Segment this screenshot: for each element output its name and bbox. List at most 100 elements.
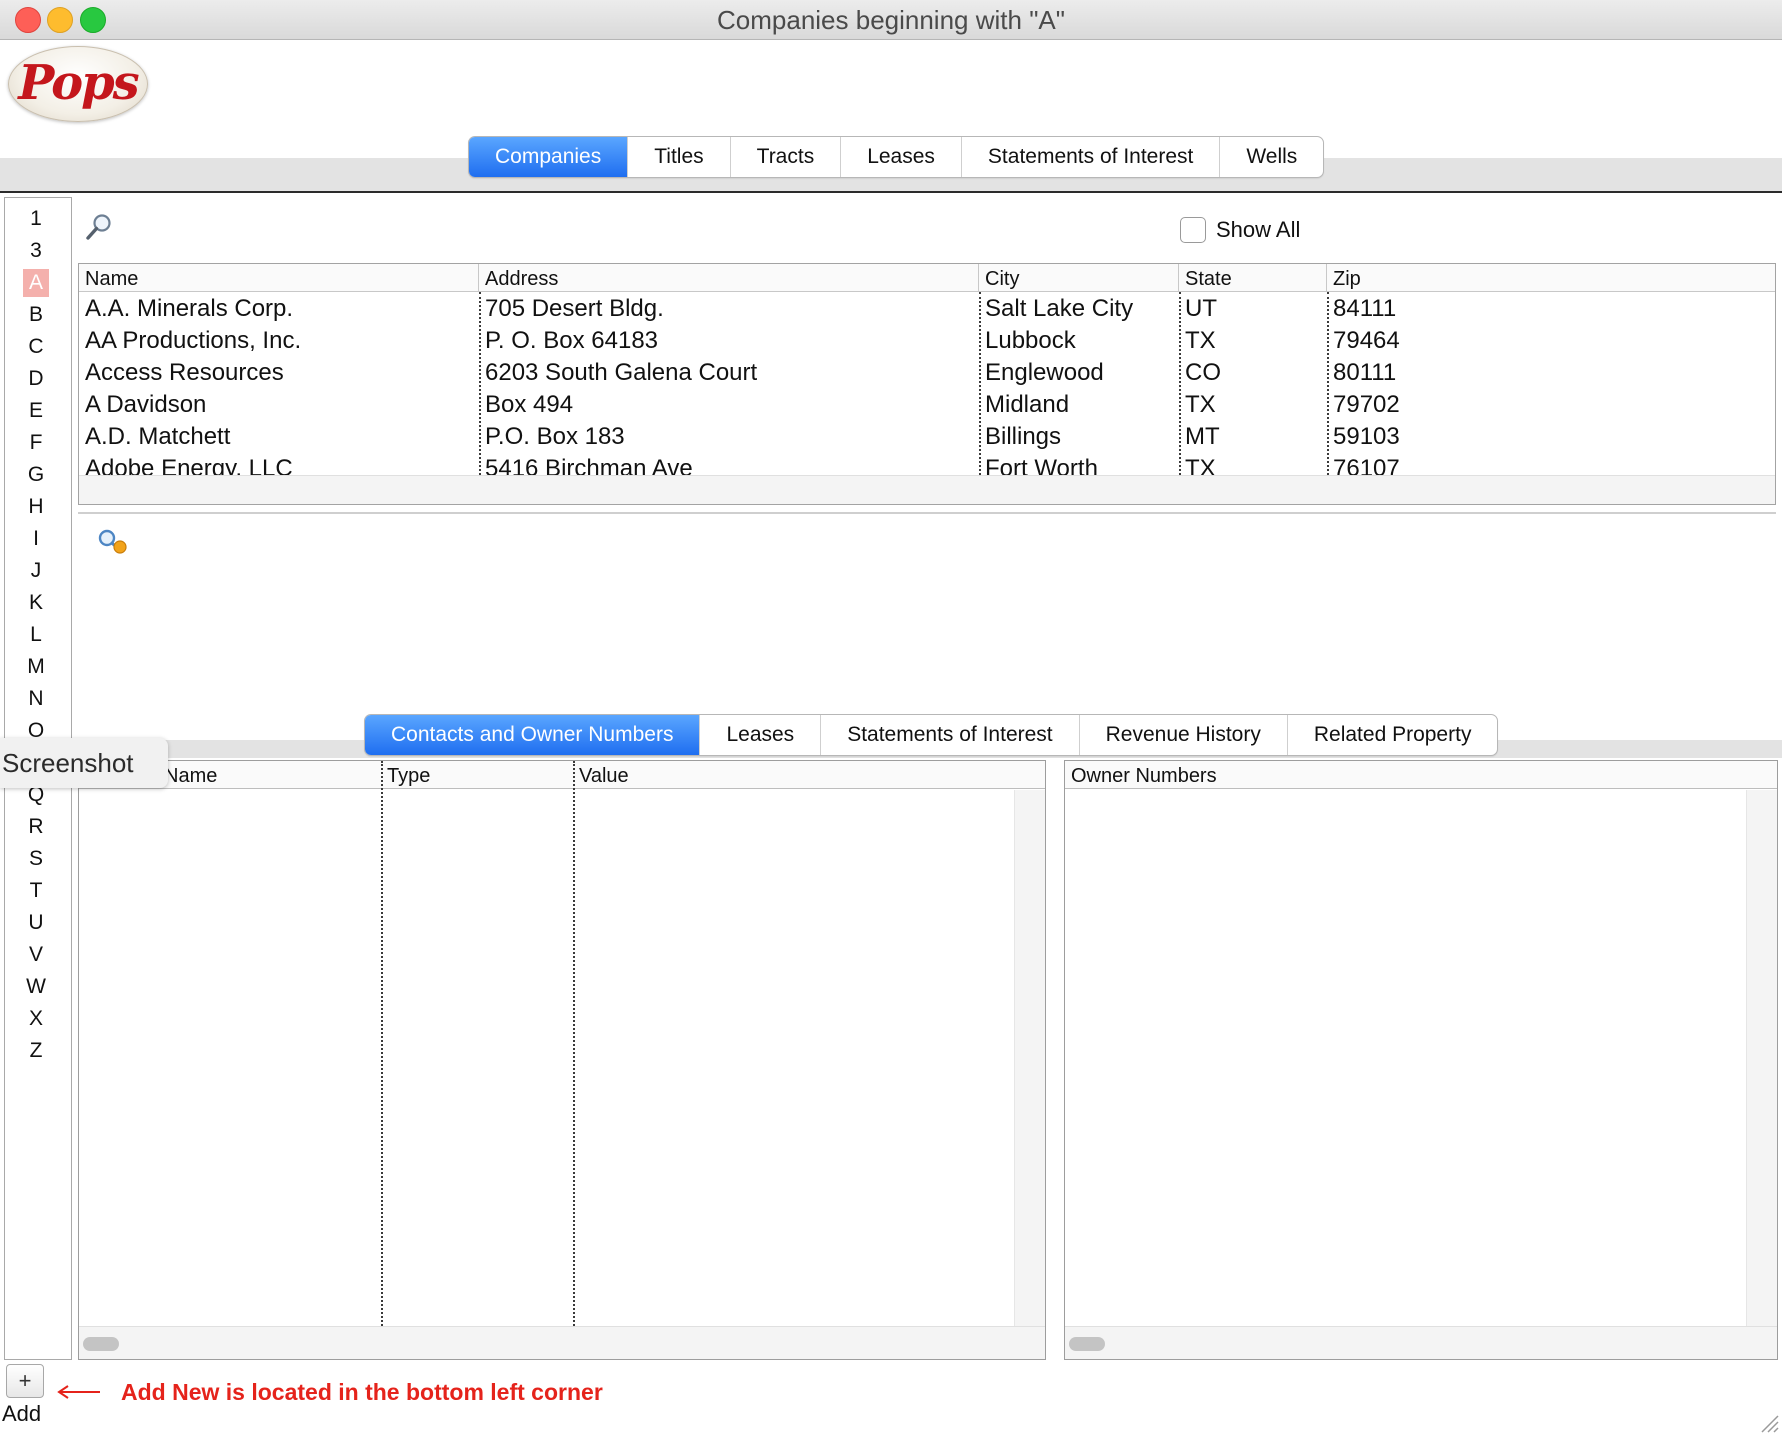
cell-address: 6203 South Galena Court <box>485 359 758 386</box>
pops-logo-text: Pops <box>18 55 139 111</box>
letter-index-v[interactable]: V <box>23 941 49 969</box>
cell-address: 705 Desert Bldg. <box>485 295 664 322</box>
cell-name: A Davidson <box>85 391 207 418</box>
contacts-header-type[interactable]: Type <box>381 761 573 789</box>
letter-index-e[interactable]: E <box>23 397 49 425</box>
contacts-scroll-thumb[interactable] <box>83 1337 119 1351</box>
tab-revenue-history[interactable]: Revenue History <box>1080 715 1288 755</box>
column-divider <box>381 761 383 1329</box>
letter-index-x[interactable]: X <box>23 1005 49 1033</box>
tab-tracts[interactable]: Tracts <box>731 137 842 177</box>
cell-address: P.O. Box 183 <box>485 423 625 450</box>
owner-numbers-table: Owner Numbers <box>1064 760 1778 1360</box>
contacts-vertical-scrollbar[interactable] <box>1014 790 1045 1329</box>
add-new-button[interactable]: + <box>6 1364 44 1398</box>
contacts-table: Name Type Value <box>78 760 1046 1360</box>
letter-index-r[interactable]: R <box>23 813 49 841</box>
cell-zip: 79464 <box>1333 327 1400 354</box>
cell-name: AA Productions, Inc. <box>85 327 302 354</box>
tab-detail-leases[interactable]: Leases <box>700 715 822 755</box>
owner-numbers-vertical-scrollbar[interactable] <box>1746 790 1777 1329</box>
owner-numbers-scroll-thumb[interactable] <box>1069 1337 1105 1351</box>
letter-index-m[interactable]: M <box>23 653 49 681</box>
cell-zip: 84111 <box>1333 295 1397 322</box>
main-tab-bar: Companies Titles Tracts Leases Statement… <box>468 136 1325 178</box>
column-divider <box>979 292 981 475</box>
letter-index-t[interactable]: T <box>23 877 49 905</box>
table-row[interactable]: A.D. Matchett P.O. Box 183 Billings MT 59103 <box>79 421 1775 453</box>
letter-index-l[interactable]: L <box>23 621 49 649</box>
cell-state: UT <box>1185 295 1217 322</box>
tab-wells[interactable]: Wells <box>1220 137 1323 177</box>
cell-city: Billings <box>985 423 1062 450</box>
cell-zip: 76107 <box>1333 455 1400 475</box>
cell-city: Lubbock <box>985 327 1076 354</box>
letter-index-b[interactable]: B <box>23 301 49 329</box>
letter-index-w[interactable]: W <box>23 973 49 1001</box>
cell-zip: 80111 <box>1333 359 1397 386</box>
tab-detail-statements-of-interest[interactable]: Statements of Interest <box>821 715 1080 755</box>
letter-index-1[interactable]: 1 <box>23 205 49 233</box>
cell-name: Adobe Energy, LLC <box>85 455 293 475</box>
tab-companies[interactable]: Companies <box>469 137 629 177</box>
add-button-label: Add <box>2 1401 42 1426</box>
cell-state: MT <box>1185 423 1220 450</box>
table-row[interactable]: AA Productions, Inc. P. O. Box 64183 Lubbo… <box>79 325 1775 357</box>
table-row[interactable]: Adobe Energy, LLC 5416 Birchman Ave Fort W… <box>79 453 1775 475</box>
cell-city: Englewood <box>985 359 1104 386</box>
left-arrow-icon <box>57 1385 100 1399</box>
tab-statements-of-interest[interactable]: Statements of Interest <box>962 137 1221 177</box>
cell-address: Box 494 <box>485 391 574 418</box>
table-row[interactable]: A.A. Minerals Corp. 705 Desert Bldg. Salt … <box>79 293 1775 325</box>
magnifier-icon[interactable] <box>84 212 114 242</box>
letter-index-j[interactable]: J <box>23 557 49 585</box>
letter-index-z[interactable]: Z <box>23 1037 49 1065</box>
owner-numbers-horizontal-scrollbar[interactable] <box>1065 1326 1777 1359</box>
letter-index-k[interactable]: K <box>23 589 49 617</box>
owner-numbers-header[interactable]: Owner Numbers <box>1065 761 1777 789</box>
column-divider <box>1179 292 1181 475</box>
letter-index-d[interactable]: D <box>23 365 49 393</box>
column-divider <box>573 761 575 1329</box>
contacts-header-value[interactable]: Value <box>573 761 1045 789</box>
screenshot-floating-label[interactable]: Screenshot <box>0 738 168 788</box>
annotation-note: Add New is located in the bottom left co… <box>121 1379 603 1405</box>
cell-city: Fort Worth <box>985 455 1098 475</box>
letter-index-f[interactable]: F <box>23 429 49 457</box>
resize-grip-icon[interactable] <box>1756 1410 1780 1434</box>
companies-table-body: A.A. Minerals Corp. 705 Desert Bldg. Salt … <box>79 264 1775 475</box>
contacts-horizontal-scrollbar[interactable] <box>79 1326 1045 1359</box>
find-detail-icon[interactable] <box>94 526 128 556</box>
cell-state: CO <box>1185 359 1221 386</box>
show-all-label[interactable]: Show All <box>1216 215 1300 245</box>
cell-city: Salt Lake City <box>985 295 1134 322</box>
letter-index-g[interactable]: G <box>23 461 49 489</box>
letter-index-s[interactable]: S <box>23 845 49 873</box>
cell-city: Midland <box>985 391 1070 418</box>
cell-name: A.A. Minerals Corp. <box>85 295 294 322</box>
table-row[interactable]: Access Resources 6203 South Galena Court E… <box>79 357 1775 389</box>
cell-name: A.D. Matchett <box>85 423 231 450</box>
companies-horizontal-scrollbar[interactable] <box>79 475 1775 504</box>
cell-state: TX <box>1185 327 1216 354</box>
tab-leases[interactable]: Leases <box>841 137 962 177</box>
letter-index-n[interactable]: N <box>23 685 49 713</box>
letter-index-c[interactable]: C <box>23 333 49 361</box>
cell-name: Access Resources <box>85 359 284 386</box>
table-row[interactable]: A Davidson Box 494 Midland TX 79702 <box>79 389 1775 421</box>
panel-divider[interactable] <box>78 512 1776 514</box>
cell-zip: 59103 <box>1333 423 1400 450</box>
letter-index-i[interactable]: I <box>23 525 49 553</box>
cell-address: P. O. Box 64183 <box>485 327 659 354</box>
tab-related-property[interactable]: Related Property <box>1288 715 1498 755</box>
tab-titles[interactable]: Titles <box>628 137 731 177</box>
cell-state: TX <box>1185 391 1216 418</box>
letter-index-u[interactable]: U <box>23 909 49 937</box>
tab-contacts-and-owner-numbers[interactable]: Contacts and Owner Numbers <box>365 715 701 755</box>
show-all-checkbox[interactable] <box>1180 217 1206 243</box>
letter-index-a[interactable]: A <box>23 269 49 297</box>
letter-index-3[interactable]: 3 <box>23 237 49 265</box>
cell-state: TX <box>1185 455 1216 475</box>
detail-tab-bar: Contacts and Owner Numbers Leases Statem… <box>364 714 1499 756</box>
letter-index-h[interactable]: H <box>23 493 49 521</box>
